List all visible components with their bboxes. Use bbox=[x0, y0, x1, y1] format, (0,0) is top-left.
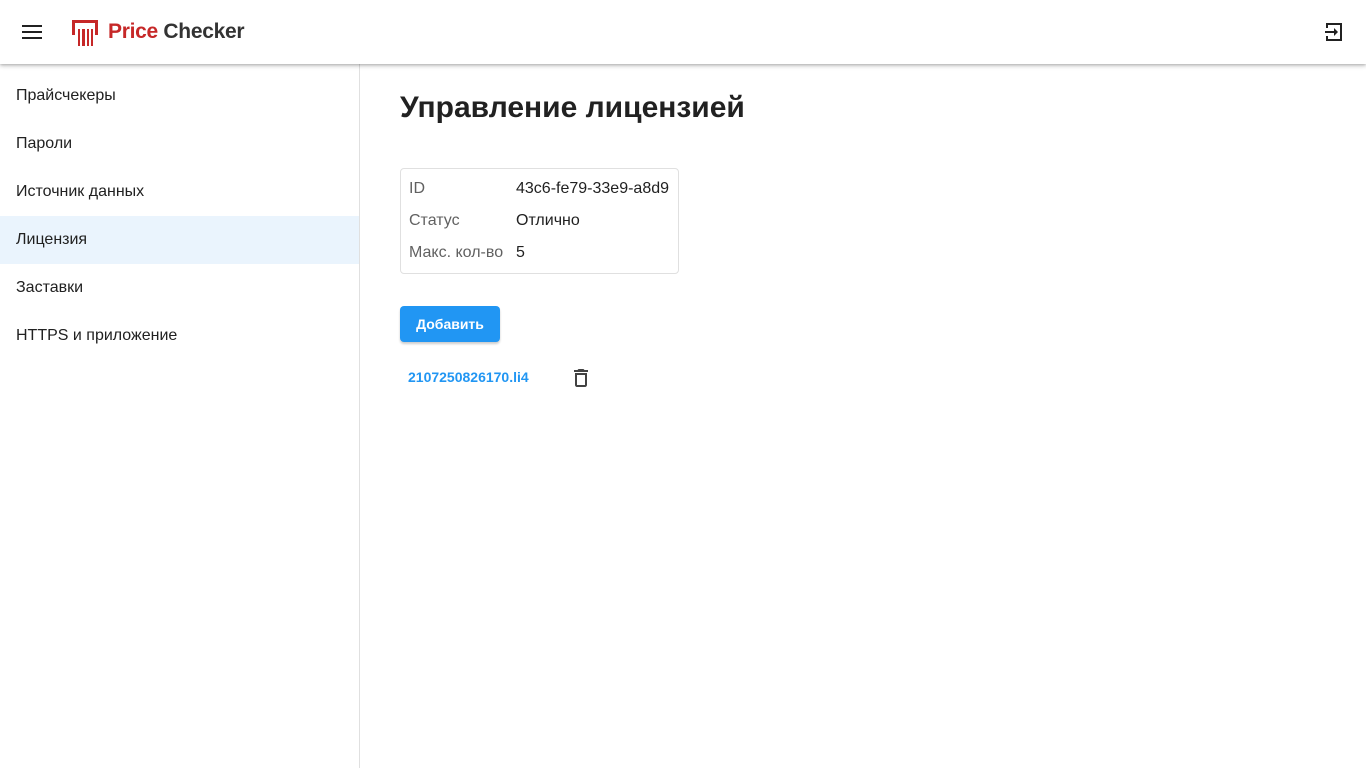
main-content: Управление лицензией ID 43c6-fe79-33e9-a… bbox=[360, 64, 1366, 768]
license-row-status: Статус Отлично bbox=[409, 205, 670, 237]
sidebar: Прайсчекеры Пароли Источник данных Лицен… bbox=[0, 64, 360, 768]
add-license-button[interactable]: Добавить bbox=[400, 306, 500, 342]
license-status-value: Отлично bbox=[516, 212, 580, 229]
license-row-max-count: Макс. кол-во 5 bbox=[409, 237, 670, 269]
page-title: Управление лицензией bbox=[400, 91, 745, 124]
sidebar-item-license[interactable]: Лицензия bbox=[0, 216, 359, 264]
barcode-scanner-logo bbox=[72, 20, 98, 46]
sidebar-item-data-source[interactable]: Источник данных bbox=[0, 168, 359, 216]
sidebar-item-price-checkers[interactable]: Прайсчекеры bbox=[0, 72, 359, 120]
sidebar-item-screensavers[interactable]: Заставки bbox=[0, 264, 359, 312]
logo-checker-text: Checker bbox=[163, 20, 245, 43]
license-max-count-value: 5 bbox=[516, 244, 525, 261]
sidebar-item-passwords[interactable]: Пароли bbox=[0, 120, 359, 168]
logo-price-text: Price bbox=[108, 20, 158, 43]
license-info-card: ID 43c6-fe79-33e9-a8d9 Статус Отлично Ма… bbox=[400, 168, 679, 274]
app-bar: Price Checker bbox=[0, 0, 1366, 64]
license-row-id: ID 43c6-fe79-33e9-a8d9 bbox=[409, 173, 670, 205]
hamburger-menu-icon[interactable] bbox=[16, 16, 48, 48]
license-max-count-label: Макс. кол-во bbox=[409, 244, 504, 261]
trash-icon[interactable] bbox=[569, 366, 593, 390]
sidebar-item-https-app[interactable]: HTTPS и приложение bbox=[0, 312, 359, 360]
app-logo[interactable]: Price Checker bbox=[70, 16, 245, 48]
logout-icon[interactable] bbox=[1322, 20, 1346, 44]
license-file-link[interactable]: 2107250826170.li4 bbox=[408, 369, 529, 385]
license-id-value: 43c6-fe79-33e9-a8d9 bbox=[516, 180, 670, 197]
license-id-label: ID bbox=[409, 180, 425, 197]
app-title: Price Checker bbox=[108, 20, 245, 44]
license-status-label: Статус bbox=[409, 212, 460, 229]
